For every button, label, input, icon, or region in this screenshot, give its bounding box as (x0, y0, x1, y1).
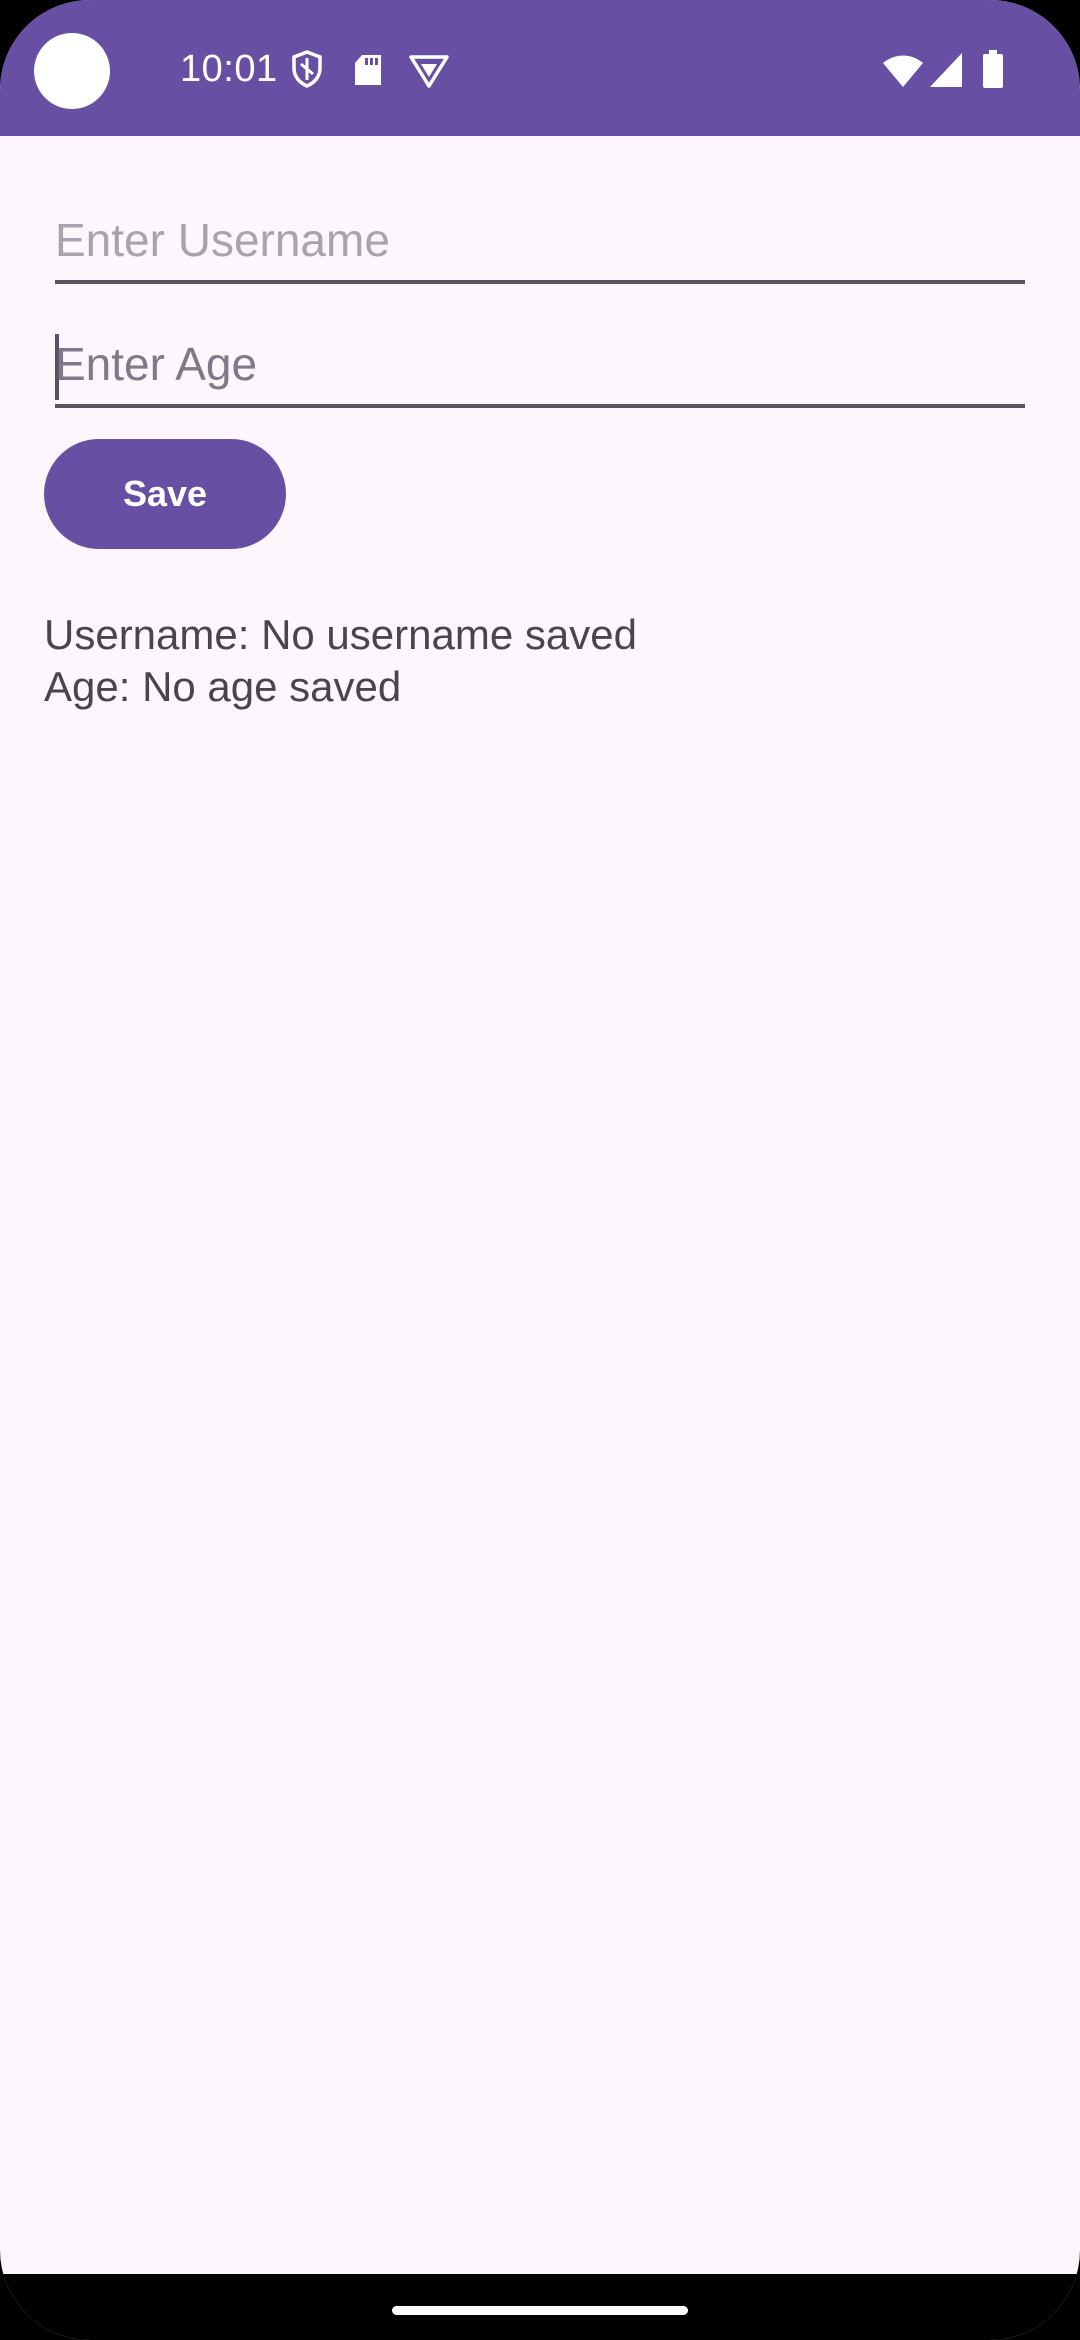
status-bar: 10:01 (0, 0, 1080, 136)
main-content: Save Username: No username saved Age: No… (0, 136, 1080, 2274)
sd-card-icon (353, 54, 383, 86)
status-time: 10:01 (180, 48, 278, 90)
navigation-bar (0, 2274, 1080, 2340)
vpn-badge-icon (409, 54, 449, 88)
wifi-icon (882, 54, 924, 88)
battery-icon (982, 50, 1004, 88)
age-input[interactable] (55, 324, 1025, 404)
saved-age-text: Age: No age saved (44, 663, 402, 710)
saved-username-text: Username: No username saved (44, 611, 637, 658)
shield-icon (292, 50, 322, 88)
username-field[interactable] (55, 200, 1025, 284)
app-screen: 10:01 Enter Username Enter Age Save User… (0, 0, 1080, 2340)
age-field[interactable] (55, 324, 1025, 408)
save-button[interactable]: Save (44, 439, 286, 549)
cell-signal-icon (929, 52, 963, 88)
home-gesture-handle[interactable] (392, 2306, 688, 2315)
username-input[interactable] (55, 200, 1025, 280)
camera-cutout (34, 33, 110, 109)
